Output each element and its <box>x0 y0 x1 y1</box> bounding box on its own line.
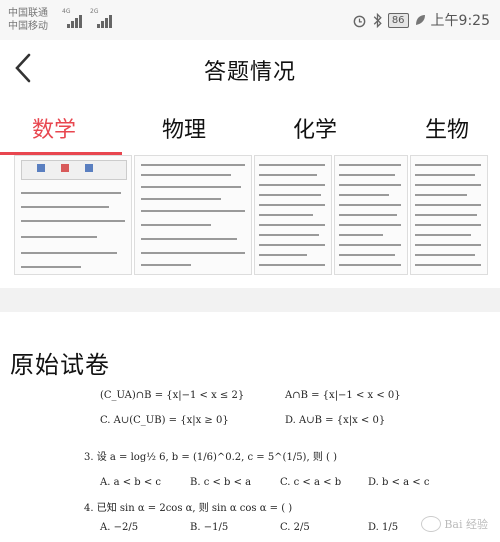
paper-thumbnails <box>14 155 488 277</box>
paper-thumbnail[interactable] <box>254 155 332 275</box>
paper-thumbnail[interactable] <box>410 155 488 275</box>
q3-option-c: C. c < a < b <box>280 477 342 488</box>
paper-thumbnail[interactable] <box>14 155 132 275</box>
question-4: 4. 已知 sin α = 2cos α, 则 sin α cos α = ( … <box>84 503 293 514</box>
page-title: 答题情况 <box>203 60 296 85</box>
leaf-icon <box>415 15 425 25</box>
network-1-label: 4G <box>62 8 71 15</box>
question-3: 3. 设 a = log½ 6, b = (1/6)^0.2, c = 5^(1… <box>84 452 337 463</box>
original-paper: (C_UA)∩B = {x|−1 < x ≤ 2} A∩B = {x|−1 < … <box>0 388 500 542</box>
battery-level: 86 <box>387 12 409 28</box>
bluetooth-icon <box>373 12 382 28</box>
q3-option-d: D. b < a < c <box>368 477 430 488</box>
status-icons: 86 上午9:25 <box>352 10 490 30</box>
q3-option-b: B. c < b < a <box>190 477 252 488</box>
carrier-2: 中国移动 <box>8 21 48 32</box>
q4-option-a: A. −2/5 <box>100 522 139 533</box>
tab-chemistry[interactable]: 化学 <box>293 112 337 144</box>
carrier-1: 中国联通 <box>8 8 48 19</box>
watermark: Bai 经验 <box>421 516 488 532</box>
clock: 上午9:25 <box>430 13 490 29</box>
option-partial-b: A∩B = {x|−1 < x < 0} <box>285 390 401 401</box>
tab-physics[interactable]: 物理 <box>162 112 206 144</box>
section-title: 原始试卷 <box>10 351 110 379</box>
title-bar: 答题情况 <box>0 40 500 96</box>
tab-math[interactable]: 数学 <box>32 112 76 144</box>
option-partial-a: (C_UA)∩B = {x|−1 < x ≤ 2} <box>100 390 245 401</box>
carrier-names: 中国联通 中国移动 <box>8 7 48 33</box>
signal-2-icon: 2G <box>90 8 116 28</box>
q4-option-c: C. 2/5 <box>280 522 310 533</box>
q4-option-d: D. 1/5 <box>368 522 399 533</box>
paper-thumbnail[interactable] <box>334 155 408 275</box>
alarm-icon <box>353 15 366 27</box>
section-divider <box>0 288 500 312</box>
network-2-label: 2G <box>90 8 99 15</box>
status-bar: 中国联通 中国移动 4G 2G 86 上午9:25 <box>0 0 500 40</box>
option-1c: C. A∪(C_UB) = {x|x ≥ 0} <box>100 415 229 426</box>
option-1d: D. A∪B = {x|x < 0} <box>285 415 386 426</box>
paper-thumbnail[interactable] <box>134 155 252 275</box>
tab-biology[interactable]: 生物 <box>425 112 469 144</box>
subject-tabs: 数学 物理 化学 生物 <box>0 100 500 155</box>
q3-option-a: A. a < b < c <box>100 477 162 488</box>
paw-icon <box>421 516 442 532</box>
watermark-text: Bai 经验 <box>444 518 488 531</box>
signal-1-icon: 4G <box>62 8 82 28</box>
q4-option-b: B. −1/5 <box>190 522 229 533</box>
